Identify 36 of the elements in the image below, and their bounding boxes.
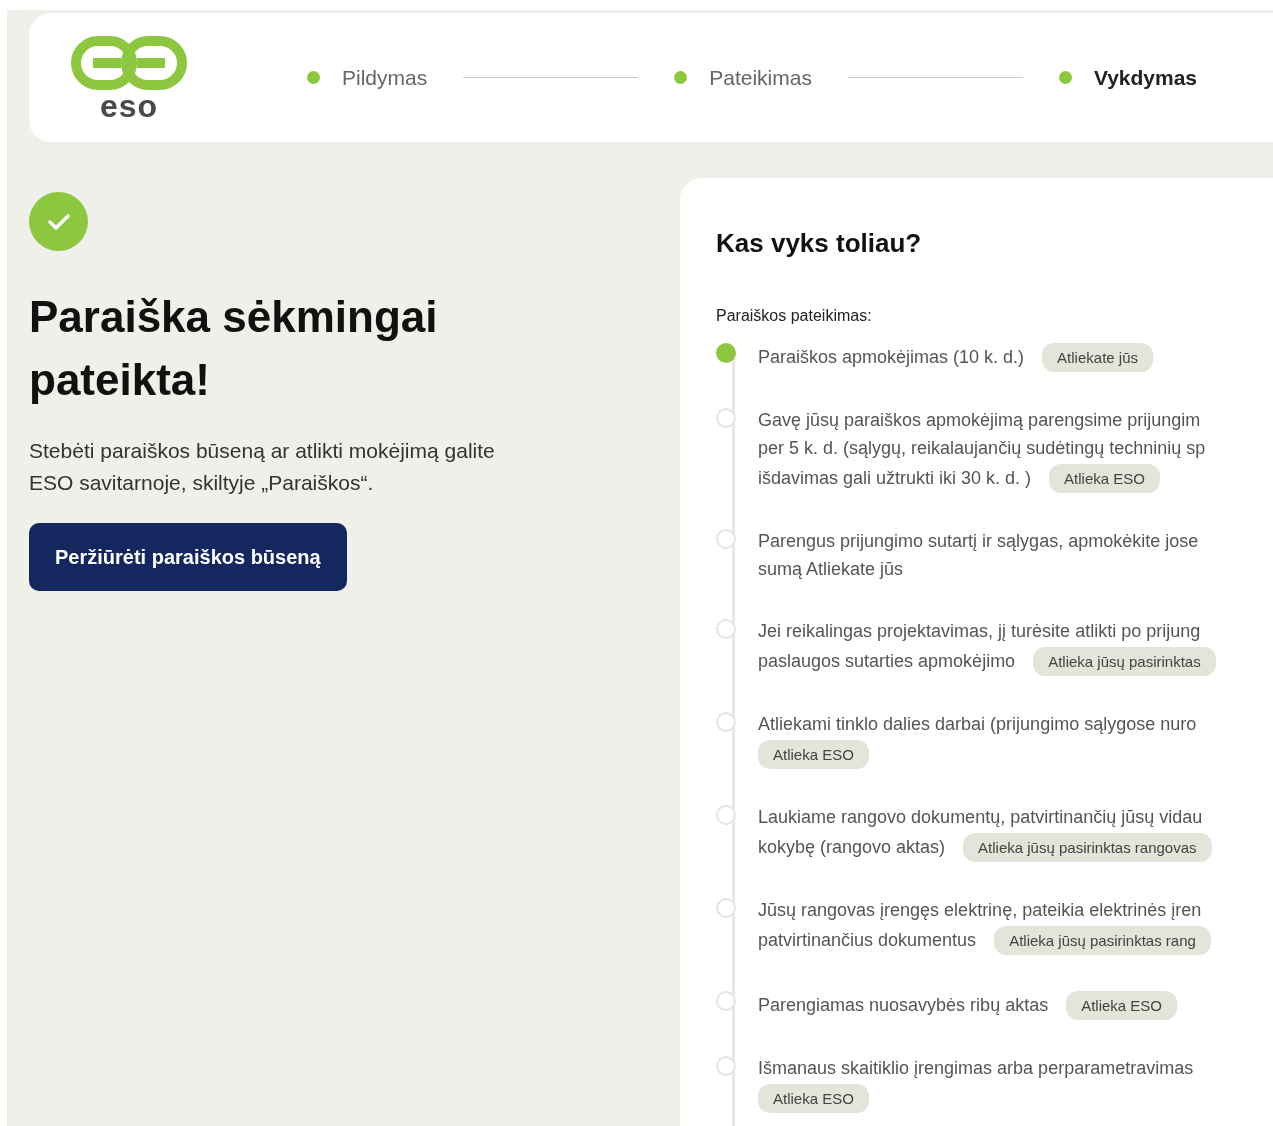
step-text-line: Jei reikalingas projektavimas, jį turėsite atlikti po prijung	[758, 620, 1202, 643]
step-text-line: Gavę jūsų paraiškos apmokėjimą parengsime prijungim	[758, 409, 1202, 432]
step-text-line: Išmanaus skaitiklio įrengimas arba perparametravimas	[758, 1057, 1194, 1080]
logo-text: eso	[99, 90, 159, 121]
performer-tag: Atlieka jūsų pasirinktas rang	[994, 926, 1211, 955]
performer-tag: Atlieka ESO	[758, 1084, 869, 1113]
step-text-line: patvirtinančius dokumentus	[758, 928, 977, 952]
step-text-line: Parengus prijungimo sutartį ir sąlygas, apmokėkite jose	[758, 530, 1200, 553]
card-title: Kas vyks toliau?	[716, 228, 923, 259]
step-text-line: kokybę (rangovo aktas)	[758, 835, 946, 859]
step-label: Pateikimas	[709, 65, 812, 90]
step-label: Pildymas	[342, 65, 428, 90]
success-title: Paraiška sėkmingai pateikta!	[29, 291, 439, 406]
step-text-line: Atliekami tinklo dalies darbai (prijungimo sąlygose nuro	[758, 713, 1197, 736]
step-text-line: Jūsų rangovas įrengęs elektrinę, pateikia elektrinės įren	[758, 899, 1203, 922]
step-text-line: sumą Atliekate jūs	[758, 558, 904, 581]
view-status-button[interactable]: Peržiūrėti paraiškos būseną	[29, 523, 347, 591]
performer-tag: Atlieka ESO	[1049, 464, 1160, 493]
performer-tag: Atlieka jūsų pasirinktas rangovas	[963, 833, 1212, 862]
step-dot-icon	[1058, 71, 1072, 84]
step-label: Vykdymas	[1093, 65, 1198, 90]
section-label: Paraiškos pateikimas:	[716, 307, 873, 325]
step-text-line: paslaugos sutarties apmokėjimo	[758, 649, 1016, 673]
step-text-line: Parengiamas nuosavybės ribų aktas	[758, 993, 1049, 1017]
logo-icon	[71, 34, 187, 91]
step-text-line: Laukiame rangovo dokumentų, patvirtinančių jūsų vidau	[758, 806, 1204, 829]
performer-tag: Atliekate jūs	[1042, 343, 1153, 372]
performer-tag: Atlieka jūsų pasirinktas	[1033, 647, 1216, 676]
step-text-line: per 5 k. d. (sąlygų, reikalaujančių sudėtingų techninių sp	[758, 437, 1207, 460]
step-dot-icon	[307, 71, 320, 84]
performer-tag: Atlieka ESO	[1066, 991, 1178, 1020]
step-dot-icon	[674, 71, 688, 84]
success-text: Stebėti paraiškos būseną ar atlikti mokėjimą galite ESO savitarnoje, skiltyje „Paraiškos“.	[29, 438, 496, 496]
step-text-line: išdavimas gali užtrukti iki 30 k. d. )	[758, 466, 1032, 490]
performer-tag: Atlieka ESO	[758, 740, 869, 769]
step-text-line: Paraiškos apmokėjimas (10 k. d.)	[758, 345, 1025, 369]
